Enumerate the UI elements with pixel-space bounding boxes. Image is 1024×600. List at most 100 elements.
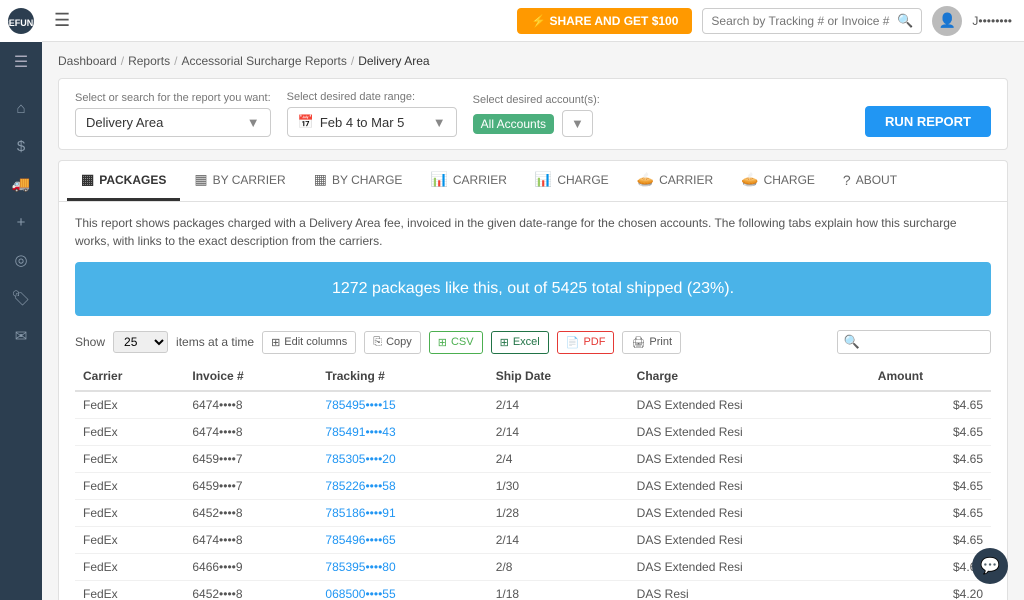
tracking-link[interactable]: 785491••••43 bbox=[325, 425, 395, 439]
pdf-button[interactable]: 📄 PDF bbox=[557, 331, 615, 354]
excel-icon: ⊞ bbox=[500, 336, 509, 349]
cell-invoice: 6459••••7 bbox=[184, 446, 317, 473]
table-controls: Show 25 50 100 items at a time ⊞ Edit co… bbox=[75, 330, 991, 354]
cell-carrier: FedEx bbox=[75, 391, 184, 419]
header-hamburger-icon[interactable]: ☰ bbox=[54, 10, 70, 31]
cell-tracking[interactable]: 785226••••58 bbox=[317, 473, 487, 500]
cell-amount: $4.65 bbox=[870, 527, 991, 554]
summary-bar: 1272 packages like this, out of 5425 tot… bbox=[75, 262, 991, 316]
calendar-icon: 📅 bbox=[298, 114, 314, 130]
cell-charge: DAS Extended Resi bbox=[629, 554, 870, 581]
tab-carrier-chart[interactable]: 📊 CARRIER bbox=[416, 161, 520, 201]
cell-amount: $4.65 bbox=[870, 419, 991, 446]
about-tab-icon: ? bbox=[843, 172, 851, 188]
tab-about[interactable]: ? ABOUT bbox=[829, 162, 911, 201]
content-area: Dashboard / Reports / Accessorial Surcha… bbox=[42, 42, 1024, 600]
breadcrumb-reports[interactable]: Reports bbox=[128, 54, 170, 68]
cell-amount: $4.65 bbox=[870, 500, 991, 527]
sidebar: REFUND ☰ ⌂ $ 🚚 + ◎ 🏷 ✉ bbox=[0, 0, 42, 600]
sidebar-item-home[interactable]: ⌂ bbox=[0, 90, 42, 126]
edit-columns-button[interactable]: ⊞ Edit columns bbox=[262, 331, 356, 354]
by-charge-tab-icon: ▦ bbox=[314, 171, 327, 188]
cell-invoice: 6459••••7 bbox=[184, 473, 317, 500]
info-text: This report shows packages charged with … bbox=[75, 214, 991, 250]
cell-ship-date: 1/30 bbox=[488, 473, 629, 500]
tab-about-label: ABOUT bbox=[856, 173, 897, 187]
cell-carrier: FedEx bbox=[75, 419, 184, 446]
share-button[interactable]: ⚡ SHARE AND GET $100 bbox=[517, 8, 692, 34]
tracking-link[interactable]: 785495••••15 bbox=[325, 398, 395, 412]
report-filter-label: Select or search for the report you want… bbox=[75, 92, 271, 104]
col-tracking: Tracking # bbox=[317, 362, 487, 391]
cell-tracking[interactable]: 785496••••65 bbox=[317, 527, 487, 554]
table-search-icon: 🔍 bbox=[844, 334, 860, 350]
sidebar-item-circle[interactable]: ◎ bbox=[0, 242, 42, 278]
hamburger-icon[interactable]: ☰ bbox=[0, 42, 42, 82]
all-accounts-tag[interactable]: All Accounts bbox=[473, 114, 554, 134]
table-row: FedEx 6459••••7 785226••••58 1/30 DAS Ex… bbox=[75, 473, 991, 500]
tab-by-charge-label: BY CHARGE bbox=[332, 173, 402, 187]
tracking-link[interactable]: 785226••••58 bbox=[325, 479, 395, 493]
sidebar-item-envelope[interactable]: ✉ bbox=[0, 318, 42, 354]
search-icon: 🔍 bbox=[897, 13, 913, 29]
print-icon: 🖨 bbox=[631, 336, 645, 349]
csv-button[interactable]: ⊞ CSV bbox=[429, 331, 483, 354]
tab-charge-chart-label: CHARGE bbox=[557, 173, 608, 187]
excel-button[interactable]: ⊞ Excel bbox=[491, 331, 549, 354]
tab-packages[interactable]: ▦ PACKAGES bbox=[67, 161, 180, 201]
search-input[interactable] bbox=[711, 14, 891, 28]
table-header-row: Carrier Invoice # Tracking # Ship Date C… bbox=[75, 362, 991, 391]
tab-by-charge[interactable]: ▦ BY CHARGE bbox=[300, 161, 417, 201]
tracking-link[interactable]: 785305••••20 bbox=[325, 452, 395, 466]
avatar[interactable]: 👤 bbox=[932, 6, 962, 36]
cell-charge: DAS Extended Resi bbox=[629, 473, 870, 500]
date-select[interactable]: 📅 Feb 4 to Mar 5 ▼ bbox=[287, 107, 457, 137]
breadcrumb-current: Delivery Area bbox=[358, 54, 429, 68]
breadcrumb-dashboard[interactable]: Dashboard bbox=[58, 54, 117, 68]
chat-button[interactable]: 💬 bbox=[972, 548, 1008, 584]
tracking-link[interactable]: 785186••••91 bbox=[325, 506, 395, 520]
table-row: FedEx 6474••••8 785496••••65 2/14 DAS Ex… bbox=[75, 527, 991, 554]
breadcrumb-accessorial[interactable]: Accessorial Surcharge Reports bbox=[181, 54, 346, 68]
table-search-input[interactable] bbox=[864, 335, 984, 349]
cell-tracking[interactable]: 785186••••91 bbox=[317, 500, 487, 527]
pdf-label: PDF bbox=[583, 336, 605, 348]
table-row: FedEx 6452••••8 785186••••91 1/28 DAS Ex… bbox=[75, 500, 991, 527]
copy-button[interactable]: ⎘ Copy bbox=[364, 331, 421, 354]
charge-chart-tab-icon: 📊 bbox=[535, 171, 552, 188]
cell-tracking[interactable]: 785305••••20 bbox=[317, 446, 487, 473]
table-search-bar[interactable]: 🔍 bbox=[837, 330, 991, 354]
tab-carrier-pie[interactable]: 🥧 CARRIER bbox=[623, 161, 727, 201]
sidebar-item-plus[interactable]: + bbox=[0, 204, 42, 240]
cell-carrier: FedEx bbox=[75, 500, 184, 527]
cell-ship-date: 2/14 bbox=[488, 527, 629, 554]
report-select[interactable]: Delivery Area ▼ bbox=[75, 108, 271, 137]
table-row: FedEx 6474••••8 785495••••15 2/14 DAS Ex… bbox=[75, 391, 991, 419]
accounts-select[interactable]: All Accounts ▼ bbox=[473, 110, 600, 137]
carrier-chart-tab-icon: 📊 bbox=[430, 171, 447, 188]
tab-by-carrier[interactable]: ▦ BY CARRIER bbox=[180, 161, 299, 201]
tracking-link[interactable]: 068500••••55 bbox=[325, 587, 395, 600]
tracking-link[interactable]: 785395••••80 bbox=[325, 560, 395, 574]
cell-tracking[interactable]: 785395••••80 bbox=[317, 554, 487, 581]
run-report-button[interactable]: RUN REPORT bbox=[865, 106, 991, 137]
tracking-link[interactable]: 785496••••65 bbox=[325, 533, 395, 547]
accounts-caret-icon[interactable]: ▼ bbox=[562, 110, 593, 137]
cell-tracking[interactable]: 785491••••43 bbox=[317, 419, 487, 446]
print-button[interactable]: 🖨 Print bbox=[622, 331, 681, 354]
tab-charge-pie[interactable]: 🥧 CHARGE bbox=[727, 161, 829, 201]
cell-amount: $4.65 bbox=[870, 446, 991, 473]
cell-carrier: FedEx bbox=[75, 527, 184, 554]
cell-ship-date: 1/18 bbox=[488, 581, 629, 600]
show-select[interactable]: 25 50 100 bbox=[113, 331, 168, 353]
tab-charge-chart[interactable]: 📊 CHARGE bbox=[521, 161, 623, 201]
sidebar-item-dollar[interactable]: $ bbox=[0, 128, 42, 164]
sidebar-item-tag[interactable]: 🏷 bbox=[0, 280, 42, 316]
sidebar-item-truck[interactable]: 🚚 bbox=[0, 166, 42, 202]
sidebar-logo[interactable]: REFUND bbox=[0, 0, 42, 42]
cell-tracking[interactable]: 785495••••15 bbox=[317, 391, 487, 419]
cell-tracking[interactable]: 068500••••55 bbox=[317, 581, 487, 600]
tab-by-carrier-label: BY CARRIER bbox=[213, 173, 286, 187]
cell-charge: DAS Resi bbox=[629, 581, 870, 600]
header-search-bar[interactable]: 🔍 bbox=[702, 8, 922, 34]
